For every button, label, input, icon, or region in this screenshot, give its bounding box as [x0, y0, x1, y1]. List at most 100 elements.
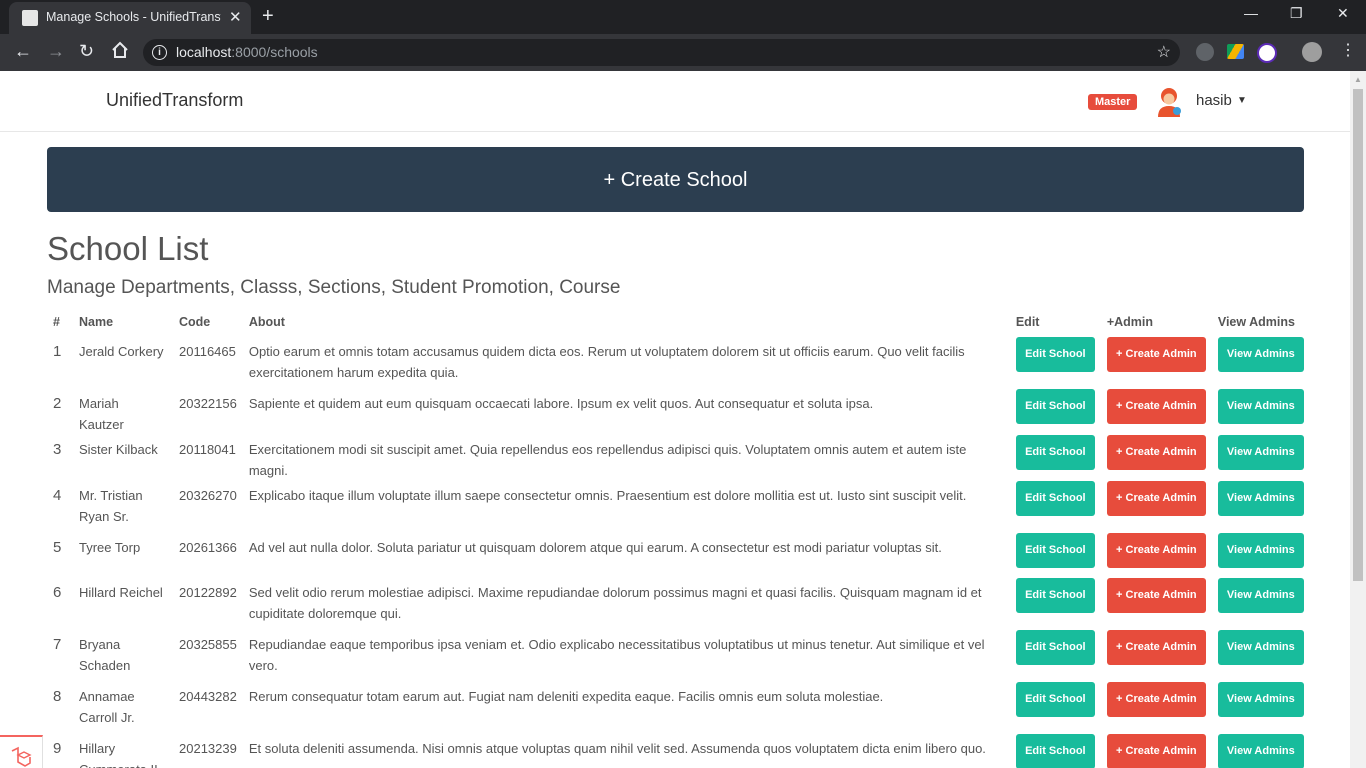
bookmark-star-icon[interactable]: ☆ — [1157, 42, 1171, 62]
school-code: 20116465 — [179, 344, 236, 359]
browser-tab-strip: Manage Schools - UnifiedTransform ✕ + — … — [0, 0, 1366, 34]
reload-icon[interactable]: ↻ — [79, 41, 94, 61]
table-row: 5 Tyree Torp 20261366 Ad vel aut nulla dolo… — [47, 533, 1310, 578]
school-about: Et soluta deleniti assumenda. Nisi omnis… — [248, 741, 986, 756]
debugbar-laravel-icon[interactable] — [0, 735, 43, 768]
create-admin-button-cell: + Create Admin — [1101, 682, 1212, 734]
page-subtitle: Manage Departments, Classs, Sections, St… — [47, 277, 621, 298]
view-admins-button[interactable]: View Admins — [1217, 435, 1304, 470]
school-code: 20326270 — [179, 488, 237, 503]
page-scrollbar[interactable]: ▲ — [1350, 71, 1366, 768]
site-info-icon[interactable]: i — [152, 45, 167, 60]
edit-school-button[interactable]: Edit School — [1015, 435, 1095, 470]
row-index: 9 — [53, 740, 62, 757]
row-index: 3 — [53, 441, 62, 458]
create-admin-button[interactable]: + Create Admin — [1106, 337, 1206, 372]
edit-school-button-cell: Edit School — [1010, 682, 1101, 734]
col-view-admins: View Admins — [1217, 315, 1295, 329]
create-admin-button[interactable]: + Create Admin — [1106, 578, 1206, 613]
school-name: Jerald Corkery — [79, 344, 164, 359]
close-window-button[interactable]: ✕ — [1337, 5, 1349, 22]
user-menu[interactable]: hasib — [1196, 92, 1232, 109]
view-admins-button-cell: View Admins — [1212, 435, 1310, 481]
school-name: Sister Kilback — [79, 442, 158, 457]
school-code: 20325855 — [179, 637, 237, 652]
edit-school-button-cell: Edit School — [1010, 337, 1101, 389]
table-row: 6 Hillard Reichel 20122892 Sed velit odio r… — [47, 578, 1310, 630]
create-admin-button[interactable]: + Create Admin — [1106, 682, 1206, 717]
view-admins-button-cell: View Admins — [1212, 389, 1310, 435]
restore-button[interactable]: ❐ — [1290, 5, 1303, 22]
view-admins-button[interactable]: View Admins — [1217, 578, 1304, 613]
school-about: Sed velit odio rerum molestiae adipisci.… — [248, 585, 982, 621]
create-admin-button[interactable]: + Create Admin — [1106, 533, 1206, 568]
create-admin-button[interactable]: + Create Admin — [1106, 630, 1206, 665]
view-admins-button-cell: View Admins — [1212, 630, 1310, 682]
edit-school-button[interactable]: Edit School — [1015, 630, 1095, 665]
create-school-button[interactable]: + Create School — [47, 147, 1304, 212]
edit-school-button[interactable]: Edit School — [1015, 682, 1095, 717]
minimize-button[interactable]: — — [1244, 5, 1258, 21]
view-admins-button[interactable]: View Admins — [1217, 337, 1304, 372]
table-row: 3 Sister Kilback 20118041 Exercitationem mo… — [47, 435, 1310, 481]
page-viewport: UnifiedTransform Master hasib ▼ + Create… — [0, 71, 1350, 768]
school-code: 20118041 — [179, 442, 236, 457]
create-admin-button-cell: + Create Admin — [1101, 389, 1212, 435]
school-code: 20122892 — [179, 585, 237, 600]
view-admins-button[interactable]: View Admins — [1217, 682, 1304, 717]
view-admins-button[interactable]: View Admins — [1217, 734, 1304, 768]
edit-school-button[interactable]: Edit School — [1015, 533, 1095, 568]
row-index: 4 — [53, 487, 62, 504]
scrollbar-thumb[interactable] — [1353, 89, 1363, 581]
create-admin-button-cell: + Create Admin — [1101, 481, 1212, 533]
forward-icon[interactable]: → — [47, 41, 65, 61]
address-bar[interactable]: i localhost:8000/schools ☆ — [143, 39, 1180, 66]
edit-school-button[interactable]: Edit School — [1015, 578, 1095, 613]
back-icon[interactable]: ← — [14, 41, 32, 61]
browser-tab[interactable]: Manage Schools - UnifiedTransform ✕ — [9, 2, 251, 34]
view-admins-button[interactable]: View Admins — [1217, 533, 1304, 568]
view-admins-button[interactable]: View Admins — [1217, 481, 1304, 516]
favicon-icon — [22, 10, 38, 26]
view-admins-button[interactable]: View Admins — [1217, 630, 1304, 665]
brand-link[interactable]: UnifiedTransform — [106, 90, 243, 111]
edit-school-button-cell: Edit School — [1010, 481, 1101, 533]
school-about: Repudiandae eaque temporibus ipsa veniam… — [248, 637, 985, 673]
tab-close-icon[interactable]: ✕ — [229, 8, 242, 26]
table-header-row: # Name Code About Edit +Admin View Admin… — [47, 311, 1310, 337]
school-code: 20261366 — [179, 540, 237, 555]
profile-avatar-icon[interactable] — [1302, 42, 1322, 62]
role-badge: Master — [1088, 94, 1138, 110]
edit-school-button-cell: Edit School — [1010, 389, 1101, 435]
create-admin-button[interactable]: + Create Admin — [1106, 389, 1206, 424]
view-admins-button-cell: View Admins — [1212, 533, 1310, 578]
extension-bulb-icon[interactable] — [1196, 43, 1214, 61]
google-drive-icon[interactable] — [1227, 44, 1244, 59]
table-row: 7 Bryana Schaden 20325855 Repudiandae eaque… — [47, 630, 1310, 682]
row-index: 7 — [53, 636, 62, 653]
school-name: Hillary Cummerata II — [79, 741, 158, 768]
scroll-up-icon[interactable]: ▲ — [1354, 75, 1362, 84]
edit-school-button[interactable]: Edit School — [1015, 734, 1095, 768]
table-row: 2 Mariah Kautzer 20322156 Sapiente et quide… — [47, 389, 1310, 435]
view-admins-button-cell: View Admins — [1212, 481, 1310, 533]
home-icon[interactable] — [111, 41, 129, 63]
create-admin-button[interactable]: + Create Admin — [1106, 435, 1206, 470]
edit-school-button[interactable]: Edit School — [1015, 481, 1095, 516]
create-admin-button[interactable]: + Create Admin — [1106, 481, 1206, 516]
chevron-down-icon[interactable]: ▼ — [1237, 95, 1247, 106]
schools-table: # Name Code About Edit +Admin View Admin… — [47, 311, 1310, 768]
edit-school-button-cell: Edit School — [1010, 578, 1101, 630]
extension-hex-icon[interactable] — [1257, 43, 1277, 63]
school-name: Annamae Carroll Jr. — [79, 689, 135, 725]
browser-menu-icon[interactable]: ⋮ — [1340, 41, 1356, 61]
create-admin-button[interactable]: + Create Admin — [1106, 734, 1206, 768]
edit-school-button[interactable]: Edit School — [1015, 389, 1095, 424]
edit-school-button[interactable]: Edit School — [1015, 337, 1095, 372]
new-tab-button[interactable]: + — [262, 5, 274, 28]
app-navbar: UnifiedTransform Master hasib ▼ — [0, 71, 1350, 132]
create-admin-button-cell: + Create Admin — [1101, 630, 1212, 682]
school-name: Tyree Torp — [79, 540, 141, 555]
view-admins-button[interactable]: View Admins — [1217, 389, 1304, 424]
create-admin-button-cell: + Create Admin — [1101, 578, 1212, 630]
